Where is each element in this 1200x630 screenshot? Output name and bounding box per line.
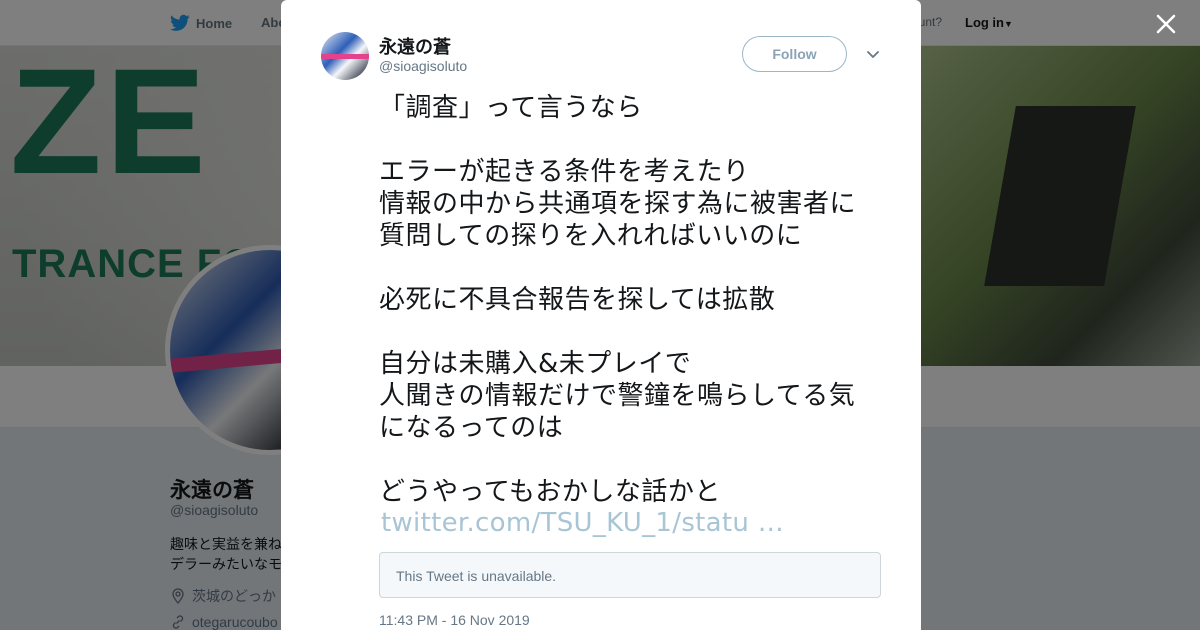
chevron-down-icon[interactable] [863, 44, 883, 64]
tweet-timestamp[interactable]: 11:43 PM - 16 Nov 2019 [379, 612, 530, 628]
tweet-author-handle[interactable]: @sioagisoluto [379, 58, 467, 74]
tweet-author-avatar[interactable] [321, 32, 369, 80]
avatar-stripe [321, 54, 369, 59]
tweet-modal: 永遠の蒼 @sioagisoluto Follow 「調査」って言うなら エラー… [281, 0, 921, 630]
tweet-author-name[interactable]: 永遠の蒼 [379, 33, 451, 59]
tweet-link[interactable]: twitter.com/TSU_KU_1/statu … [381, 508, 784, 538]
tweet-text: 「調査」って言うなら エラーが起きる条件を考えたり 情報の中から共通項を探す為に… [379, 93, 857, 507]
quoted-tweet-unavailable: This Tweet is unavailable. [396, 568, 557, 584]
follow-button[interactable]: Follow [742, 36, 847, 72]
quoted-tweet-card[interactable]: This Tweet is unavailable. [379, 552, 881, 598]
close-icon[interactable] [1152, 10, 1180, 38]
